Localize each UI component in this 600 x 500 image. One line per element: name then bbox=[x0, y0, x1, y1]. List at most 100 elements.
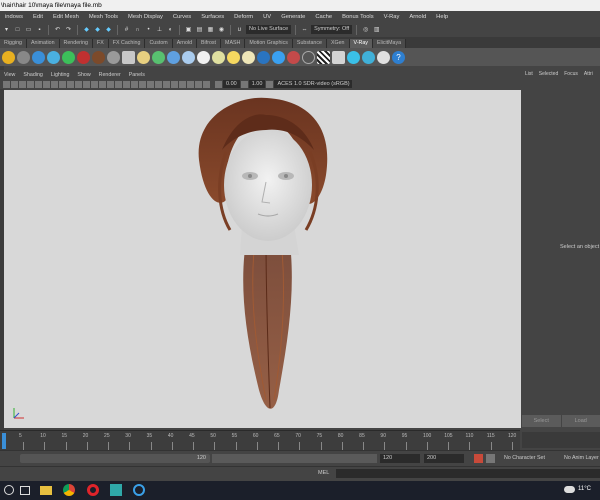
menu-set-dropdown-icon[interactable]: ▾ bbox=[2, 25, 11, 34]
vray-dome-light-icon[interactable] bbox=[182, 50, 195, 64]
render-icon[interactable]: ▣ bbox=[184, 25, 193, 34]
vray-cloud-icon[interactable] bbox=[347, 50, 360, 64]
select-object-icon[interactable]: ◆ bbox=[93, 25, 102, 34]
command-input[interactable] bbox=[336, 469, 600, 478]
anim-layer-dropdown[interactable]: No Anim Layer bbox=[558, 454, 600, 463]
menu-bonus-tools[interactable]: Bonus Tools bbox=[337, 14, 378, 20]
shelf-tab-arnold[interactable]: Arnold bbox=[172, 39, 198, 48]
vray-spot-light-icon[interactable] bbox=[212, 50, 225, 64]
search-icon[interactable] bbox=[4, 485, 14, 495]
render-settings-icon[interactable]: ▦ bbox=[206, 25, 215, 34]
vray-render-icon[interactable] bbox=[17, 50, 30, 64]
select-component-icon[interactable]: ◆ bbox=[104, 25, 113, 34]
flat-shade-icon[interactable] bbox=[107, 80, 114, 88]
menu-edit[interactable]: Edit bbox=[28, 14, 48, 20]
outliner-tab-list[interactable]: List bbox=[522, 71, 536, 77]
vray-physical-camera-icon[interactable] bbox=[272, 50, 285, 64]
safe-action-icon[interactable] bbox=[75, 80, 82, 88]
open-scene-icon[interactable]: ▭ bbox=[24, 25, 33, 34]
exposure-icon[interactable] bbox=[215, 80, 222, 88]
gamma-icon[interactable] bbox=[240, 80, 248, 88]
vray-proxy-icon[interactable] bbox=[77, 50, 90, 64]
task-view-icon[interactable] bbox=[20, 486, 30, 495]
shelf-tab-bifrost[interactable]: Bifrost bbox=[197, 39, 222, 48]
menu-deform[interactable]: Deform bbox=[229, 14, 258, 20]
xray-icon[interactable] bbox=[187, 80, 194, 88]
menu-mesh-tools[interactable]: Mesh Tools bbox=[84, 14, 123, 20]
chrome-icon[interactable] bbox=[63, 484, 75, 496]
vray-ies-light-icon[interactable] bbox=[227, 50, 240, 64]
snap-point-icon[interactable]: • bbox=[144, 25, 153, 34]
shelf-tab-mash[interactable]: MASH bbox=[221, 39, 246, 48]
vray-sun-icon[interactable] bbox=[167, 50, 180, 64]
snap-surface-icon[interactable]: ◐ bbox=[166, 25, 175, 34]
snap-curve-icon[interactable]: ∩ bbox=[133, 25, 142, 34]
shelf-tab-fx-caching[interactable]: FX Caching bbox=[108, 39, 146, 48]
shelf-tab-rendering[interactable]: Rendering bbox=[59, 39, 93, 48]
opera-icon[interactable] bbox=[87, 484, 99, 496]
view-transform-dropdown[interactable]: ACES 1.0 SDR-video (sRGB) bbox=[274, 80, 353, 88]
soft-select-icon[interactable]: ◎ bbox=[361, 25, 370, 34]
vray-rect-light-icon[interactable] bbox=[152, 50, 165, 64]
select-hierarchy-icon[interactable]: ◆ bbox=[82, 25, 91, 34]
menu-v-ray[interactable]: V-Ray bbox=[379, 14, 405, 20]
grid-icon[interactable] bbox=[35, 80, 42, 88]
film-gate-icon[interactable] bbox=[43, 80, 50, 88]
vray-help-icon[interactable]: ? bbox=[392, 50, 405, 64]
shelf-tab-fx[interactable]: FX bbox=[92, 39, 109, 48]
anim-end-field[interactable]: 120 bbox=[380, 454, 420, 463]
menu-indows[interactable]: indows bbox=[0, 14, 28, 20]
shelf-tab-custom[interactable]: Custom bbox=[145, 39, 173, 48]
outliner-tab-attri[interactable]: Attri bbox=[581, 71, 596, 77]
symmetry-dropdown[interactable]: Symmetry: Off bbox=[311, 25, 353, 34]
magnet-icon[interactable]: ∪ bbox=[235, 25, 244, 34]
shelf-tab-elicitmaya[interactable]: ElicitMaya bbox=[372, 39, 407, 48]
live-surface-field[interactable]: No Live Surface bbox=[246, 25, 292, 34]
load-button[interactable]: Load bbox=[561, 415, 600, 427]
depth-of-field-icon[interactable] bbox=[171, 80, 178, 88]
character-set-dropdown[interactable]: No Character Set bbox=[498, 454, 553, 463]
vray-sphere-light-icon[interactable] bbox=[197, 50, 210, 64]
new-scene-icon[interactable]: □ bbox=[13, 25, 22, 34]
save-scene-icon[interactable]: ▪ bbox=[35, 25, 44, 34]
range-bar[interactable]: 120 bbox=[20, 454, 210, 463]
menu-mesh-display[interactable]: Mesh Display bbox=[123, 14, 168, 20]
menu-cache[interactable]: Cache bbox=[310, 14, 337, 20]
vray-settings-icon[interactable] bbox=[377, 50, 390, 64]
vray-options-icon[interactable] bbox=[332, 50, 345, 64]
menu-generate[interactable]: Generate bbox=[276, 14, 310, 20]
panel-menu-shading[interactable]: Shading bbox=[19, 72, 46, 78]
field-chart-icon[interactable] bbox=[67, 80, 74, 88]
vray-sphere-icon[interactable] bbox=[137, 50, 150, 64]
vray-frame-buffer-icon[interactable] bbox=[32, 50, 45, 64]
vray-light-icon[interactable] bbox=[2, 50, 15, 64]
shelf-tab-substance[interactable]: Substance bbox=[292, 39, 327, 48]
snap-view-icon[interactable]: ⊥ bbox=[155, 25, 164, 34]
menu-edit-mesh[interactable]: Edit Mesh bbox=[48, 14, 84, 20]
wireframe-on-shaded-icon[interactable] bbox=[115, 80, 122, 88]
redo-icon[interactable]: ↷ bbox=[64, 25, 73, 34]
shelf-tab-motion-graphics[interactable]: Motion Graphics bbox=[245, 39, 293, 48]
shelf-tab-xgen[interactable]: XGen bbox=[326, 39, 350, 48]
vray-vision-icon[interactable] bbox=[362, 50, 375, 64]
shadows-icon[interactable] bbox=[139, 80, 146, 88]
menu-help[interactable]: Help bbox=[431, 14, 453, 20]
hypershade-icon[interactable]: ◉ bbox=[217, 25, 226, 34]
panel-menu-renderer[interactable]: Renderer bbox=[95, 72, 125, 78]
vray-plane-icon[interactable] bbox=[122, 50, 135, 64]
ipr-render-icon[interactable]: ▤ bbox=[195, 25, 204, 34]
smooth-shade-icon[interactable] bbox=[99, 80, 106, 88]
select-button[interactable]: Select bbox=[522, 415, 561, 427]
textured-icon[interactable] bbox=[123, 80, 130, 88]
file-explorer-icon[interactable] bbox=[40, 486, 52, 495]
vray-material-icon[interactable] bbox=[107, 50, 120, 64]
panel-menu-lighting[interactable]: Lighting bbox=[47, 72, 74, 78]
image-plane-icon[interactable] bbox=[27, 80, 34, 88]
prefs-icon[interactable] bbox=[486, 454, 495, 463]
shelf-tab-animation[interactable]: Animation bbox=[26, 39, 60, 48]
viewport[interactable] bbox=[4, 90, 521, 428]
max-end-field[interactable]: 200 bbox=[424, 454, 464, 463]
vray-sky-icon[interactable] bbox=[287, 50, 300, 64]
xray-joints-icon[interactable] bbox=[195, 80, 202, 88]
app-icon[interactable] bbox=[133, 484, 145, 496]
